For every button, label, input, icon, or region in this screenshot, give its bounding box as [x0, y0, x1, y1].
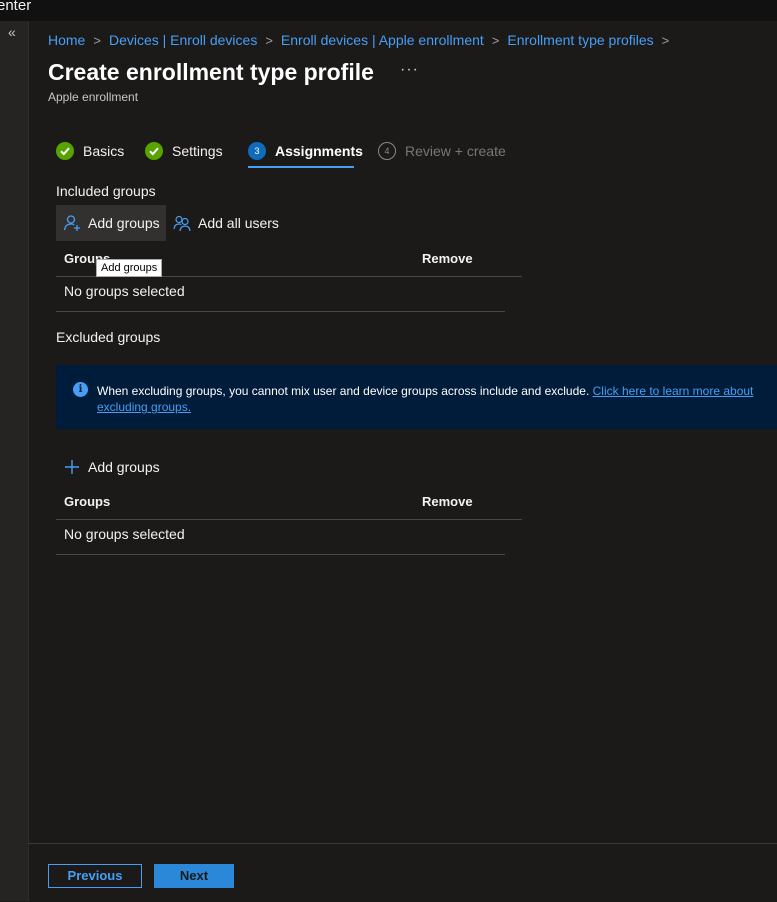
step-number: 3	[248, 142, 266, 160]
page-title: Create enrollment type profile	[48, 59, 374, 85]
button-label: Add groups	[88, 459, 160, 475]
excluded-groups-label: Excluded groups	[56, 329, 161, 345]
wizard-steps: Basics Settings 3 Assignments 4 Review +…	[56, 141, 536, 171]
checkmark-icon	[145, 142, 163, 160]
exclusion-info-banner: i When excluding groups, you cannot mix …	[56, 365, 777, 429]
info-message: When excluding groups, you cannot mix us…	[97, 384, 590, 398]
active-step-indicator	[248, 166, 354, 168]
main-content: Home > Devices | Enroll devices > Enroll dev…	[29, 21, 777, 901]
included-groups-label: Included groups	[56, 183, 156, 199]
wizard-footer: Previous Next	[29, 843, 777, 902]
step-label: Review + create	[405, 143, 506, 159]
collapse-sidebar-icon[interactable]: «	[8, 24, 16, 40]
step-label: Settings	[172, 143, 223, 159]
step-label: Basics	[83, 143, 125, 159]
column-remove: Remove	[422, 251, 473, 266]
add-all-users-button[interactable]: Add all users	[166, 205, 284, 241]
breadcrumb-apple-enrollment[interactable]: Enroll devices | Apple enrollment	[281, 32, 484, 48]
chevron-right-icon: >	[661, 33, 670, 48]
portal-top-bar: enter	[0, 0, 777, 21]
previous-button[interactable]: Previous	[48, 864, 142, 888]
breadcrumb-enroll-devices[interactable]: Devices | Enroll devices	[109, 32, 257, 48]
excluded-groups-table: Groups Remove No groups selected	[56, 485, 522, 555]
chevron-right-icon: >	[93, 33, 101, 48]
add-user-icon	[63, 215, 80, 231]
column-remove: Remove	[422, 494, 473, 509]
included-toolbar: Add groups Add all users	[56, 205, 316, 241]
info-icon: i	[73, 382, 88, 397]
left-navigation-rail: «	[0, 21, 29, 901]
empty-message: No groups selected	[64, 283, 185, 299]
checkmark-icon	[56, 142, 74, 160]
chevron-right-icon: >	[491, 33, 500, 48]
table-empty-row: No groups selected	[56, 277, 505, 312]
add-groups-tooltip: Add groups	[96, 259, 163, 277]
button-label: Add all users	[198, 215, 279, 231]
users-icon	[173, 215, 191, 232]
page-subtitle: Apple enrollment	[48, 90, 139, 104]
breadcrumb-home[interactable]: Home	[48, 32, 85, 48]
excluded-toolbar: Add groups	[56, 449, 196, 485]
plus-icon	[65, 460, 79, 474]
window-title-fragment: enter	[0, 0, 32, 14]
chevron-right-icon: >	[265, 33, 273, 48]
step-label: Assignments	[275, 143, 363, 159]
column-groups[interactable]: Groups	[64, 494, 110, 509]
step-number: 4	[378, 142, 396, 160]
included-groups-table: Groups Remove No groups selected	[56, 242, 522, 312]
breadcrumb: Home > Devices | Enroll devices > Enroll dev…	[48, 32, 677, 48]
button-label: Add groups	[88, 215, 160, 231]
more-options-icon[interactable]: ···	[400, 61, 419, 79]
breadcrumb-enrollment-type-profiles[interactable]: Enrollment type profiles	[507, 32, 653, 48]
add-included-groups-button[interactable]: Add groups	[56, 205, 166, 241]
next-button[interactable]: Next	[154, 864, 234, 888]
empty-message: No groups selected	[64, 526, 185, 542]
add-excluded-groups-button[interactable]: Add groups	[56, 449, 166, 485]
table-empty-row: No groups selected	[56, 520, 505, 555]
table-header: Groups Remove	[56, 485, 522, 520]
